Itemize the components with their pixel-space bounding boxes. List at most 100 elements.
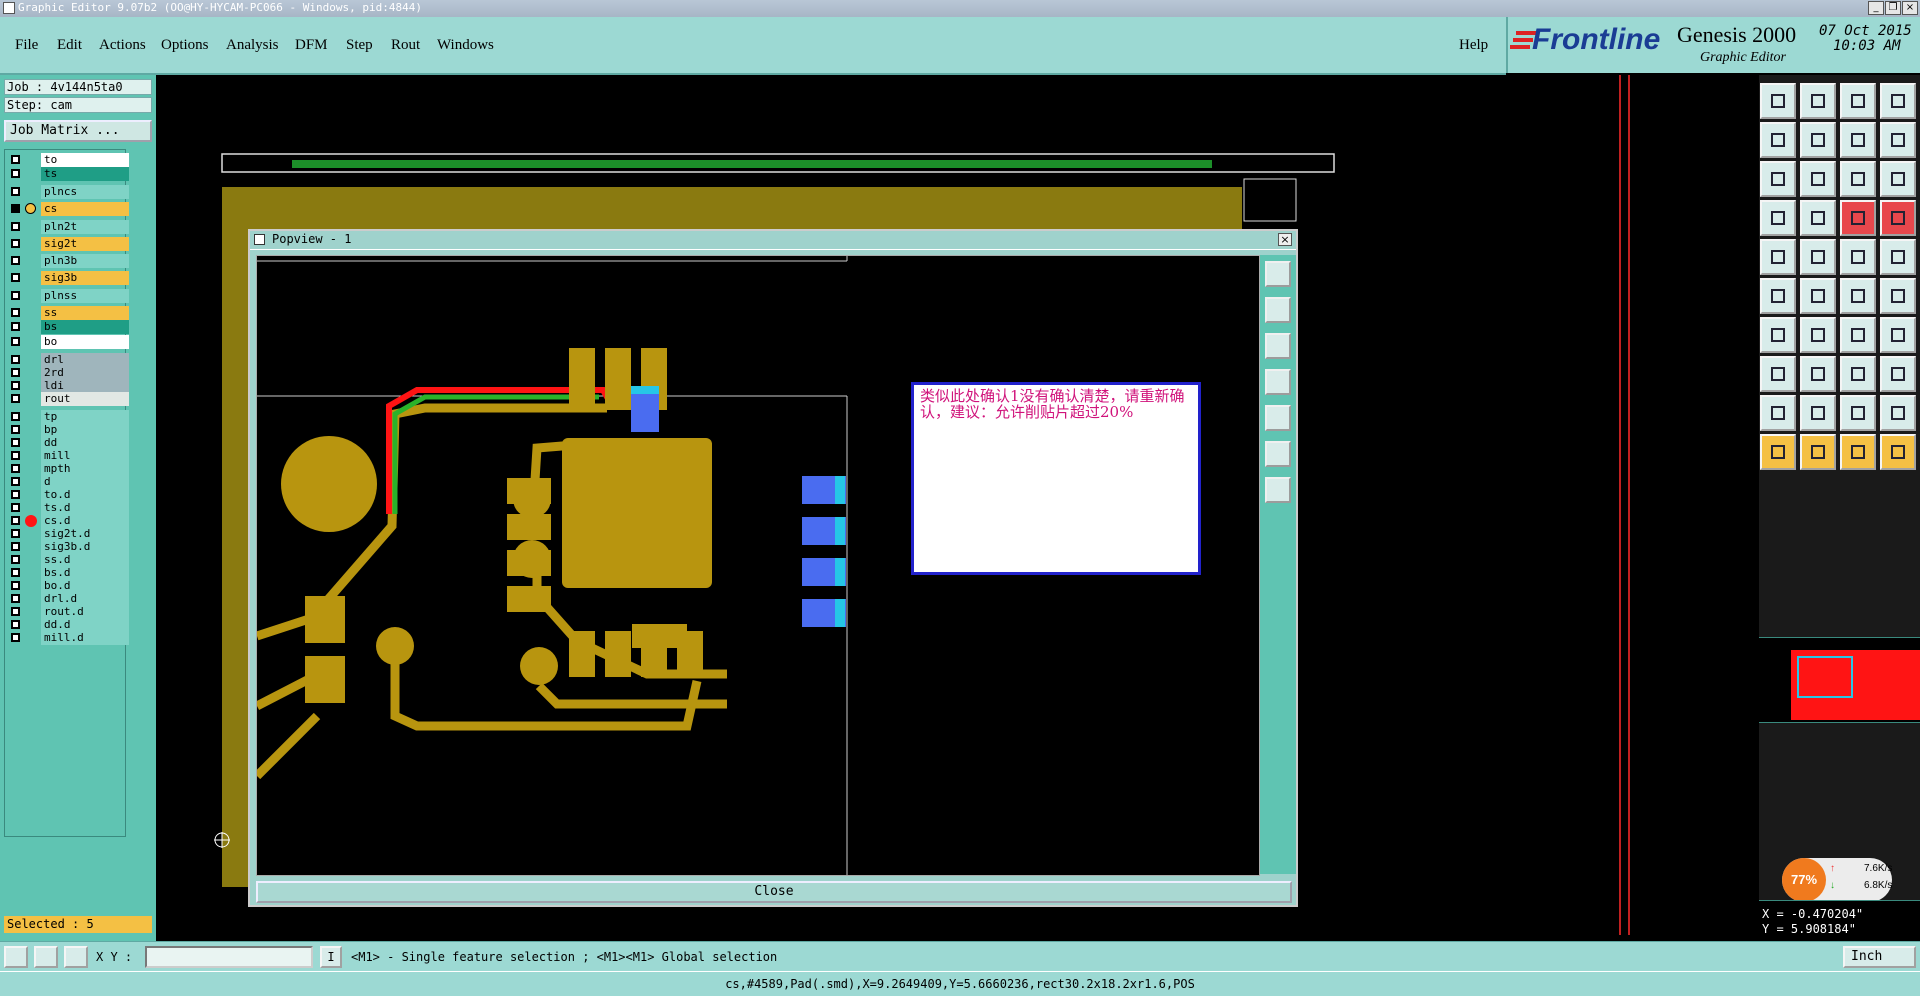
layer-checkbox[interactable] — [11, 633, 20, 642]
layer-checkbox[interactable] — [11, 187, 20, 196]
layer-row-rout-d[interactable]: rout.d — [7, 605, 129, 619]
layer-checkbox[interactable] — [11, 594, 20, 603]
close-window-button[interactable]: × — [1902, 1, 1918, 15]
layer-row-d[interactable]: d — [7, 475, 129, 489]
grid-icon[interactable] — [64, 946, 88, 968]
menu-step[interactable]: Step — [346, 37, 373, 54]
layer-checkbox[interactable] — [11, 464, 20, 473]
layer-row-sig2t[interactable]: sig2t — [7, 237, 129, 251]
zoom-home-icon[interactable] — [1265, 441, 1291, 467]
restore-button[interactable]: ❐ — [1885, 1, 1901, 15]
popview-close-button[interactable]: Close — [256, 881, 1292, 903]
layer-checkbox[interactable] — [11, 438, 20, 447]
layer-row-2rd[interactable]: 2rd — [7, 366, 129, 380]
layer-checkbox[interactable] — [11, 322, 20, 331]
zoom-fit-icon[interactable] — [1880, 83, 1916, 119]
layer-row-plncs[interactable]: plncs — [7, 185, 129, 199]
layer-name[interactable]: drl.d — [41, 592, 129, 606]
layer-row-to-d[interactable]: to.d — [7, 488, 129, 502]
mirror-icon[interactable] — [1880, 317, 1916, 353]
layer-name[interactable]: drl — [41, 353, 129, 367]
layer-row-ts[interactable]: ts — [7, 167, 129, 181]
scale-icon[interactable] — [1840, 161, 1876, 197]
zoom-in-icon[interactable] — [1760, 83, 1796, 119]
zoom-out-icon[interactable] — [1800, 83, 1836, 119]
layer-name[interactable]: bo — [41, 335, 129, 349]
layer-name[interactable]: ss — [41, 306, 129, 320]
triangle-icon[interactable] — [1840, 395, 1876, 431]
layer-name[interactable]: mill.d — [41, 631, 129, 645]
layer-name[interactable]: d — [41, 475, 129, 489]
line-icon[interactable] — [1800, 239, 1836, 275]
layer-row-mill[interactable]: mill — [7, 449, 129, 463]
menu-windows[interactable]: Windows — [437, 37, 494, 54]
move-icon[interactable] — [1880, 278, 1916, 314]
layer-name[interactable]: cs — [41, 202, 129, 216]
measure-icon[interactable] — [4, 946, 28, 968]
zoom-layer-icon[interactable] — [1760, 161, 1796, 197]
network-monitor-widget[interactable]: 77% ↑ 7.6K/s ↓ 6.8K/s — [1782, 858, 1892, 902]
layer-row-bo-d[interactable]: bo.d — [7, 579, 129, 593]
layer-row-cs[interactable]: cs — [7, 202, 129, 216]
polygon-icon[interactable] — [1800, 395, 1836, 431]
layer-row-plnss[interactable]: plnss — [7, 289, 129, 303]
minimize-button[interactable]: _ — [1868, 1, 1884, 15]
layer-name[interactable]: tp — [41, 410, 129, 424]
center-icon[interactable] — [1800, 161, 1836, 197]
popview-close-icon[interactable]: × — [1278, 233, 1292, 246]
layer-checkbox[interactable] — [11, 477, 20, 486]
select-icon[interactable] — [1760, 434, 1796, 470]
text-icon[interactable] — [1760, 395, 1796, 431]
help-icon[interactable] — [1880, 161, 1916, 197]
layer-name[interactable]: dd — [41, 436, 129, 450]
layer-row-bo[interactable]: bo — [7, 335, 129, 349]
layer-checkbox[interactable] — [11, 394, 20, 403]
snap-icon[interactable] — [34, 946, 58, 968]
node-icon[interactable] — [1760, 278, 1796, 314]
layer-row-ldi[interactable]: ldi — [7, 379, 129, 393]
draw-line-icon[interactable] — [1760, 317, 1796, 353]
feature-icon[interactable] — [1880, 356, 1916, 392]
layer-row-dd-d[interactable]: dd.d — [7, 618, 129, 632]
layer-name[interactable]: ldi — [41, 379, 129, 393]
layer-checkbox[interactable] — [11, 204, 20, 213]
layer-checkbox[interactable] — [11, 256, 20, 265]
layer-row-pln2t[interactable]: pln2t — [7, 220, 129, 234]
layer-name[interactable]: ts — [41, 167, 129, 181]
menu-rout[interactable]: Rout — [391, 37, 420, 54]
layer-checkbox[interactable] — [11, 503, 20, 512]
layer-name[interactable]: sig2t — [41, 237, 129, 251]
layer-name[interactable]: pln3b — [41, 254, 129, 268]
layer-checkbox[interactable] — [11, 291, 20, 300]
menu-actions[interactable]: Actions — [99, 37, 146, 54]
layer-checkbox[interactable] — [11, 620, 20, 629]
layer-checkbox[interactable] — [11, 451, 20, 460]
layer-name[interactable]: rout.d — [41, 605, 129, 619]
layer-name[interactable]: to.d — [41, 488, 129, 502]
layer-checkbox[interactable] — [11, 222, 20, 231]
menu-dfm[interactable]: DFM — [295, 37, 328, 54]
surface-icon[interactable] — [1840, 239, 1876, 275]
layer-row-mill-d[interactable]: mill.d — [7, 631, 129, 645]
menu-help[interactable]: Help — [1459, 37, 1488, 54]
layer-name[interactable]: rout — [41, 392, 129, 406]
layer-checkbox[interactable] — [11, 568, 20, 577]
settings-icon[interactable] — [1880, 200, 1916, 236]
pan-left-icon[interactable] — [1760, 122, 1796, 158]
display-icon[interactable] — [1840, 200, 1876, 236]
zoom-home-icon[interactable] — [1840, 83, 1876, 119]
layer-row-tp[interactable]: tp — [7, 410, 129, 424]
layer-row-ss-d[interactable]: ss.d — [7, 553, 129, 567]
arc-icon[interactable] — [1880, 239, 1916, 275]
pad-icon[interactable] — [1760, 239, 1796, 275]
layer-row-pln3b[interactable]: pln3b — [7, 254, 129, 268]
layer-name[interactable]: sig3b — [41, 271, 129, 285]
layer-name[interactable]: cs.d — [41, 514, 129, 528]
zoom-fit-icon[interactable] — [1265, 261, 1291, 287]
select-net-icon[interactable] — [1800, 434, 1836, 470]
select-feature-icon[interactable] — [1840, 434, 1876, 470]
layer-name[interactable]: 2rd — [41, 366, 129, 380]
layer-row-ts-d[interactable]: ts.d — [7, 501, 129, 515]
layer-name[interactable]: plncs — [41, 185, 129, 199]
layer-name[interactable]: to — [41, 153, 129, 167]
